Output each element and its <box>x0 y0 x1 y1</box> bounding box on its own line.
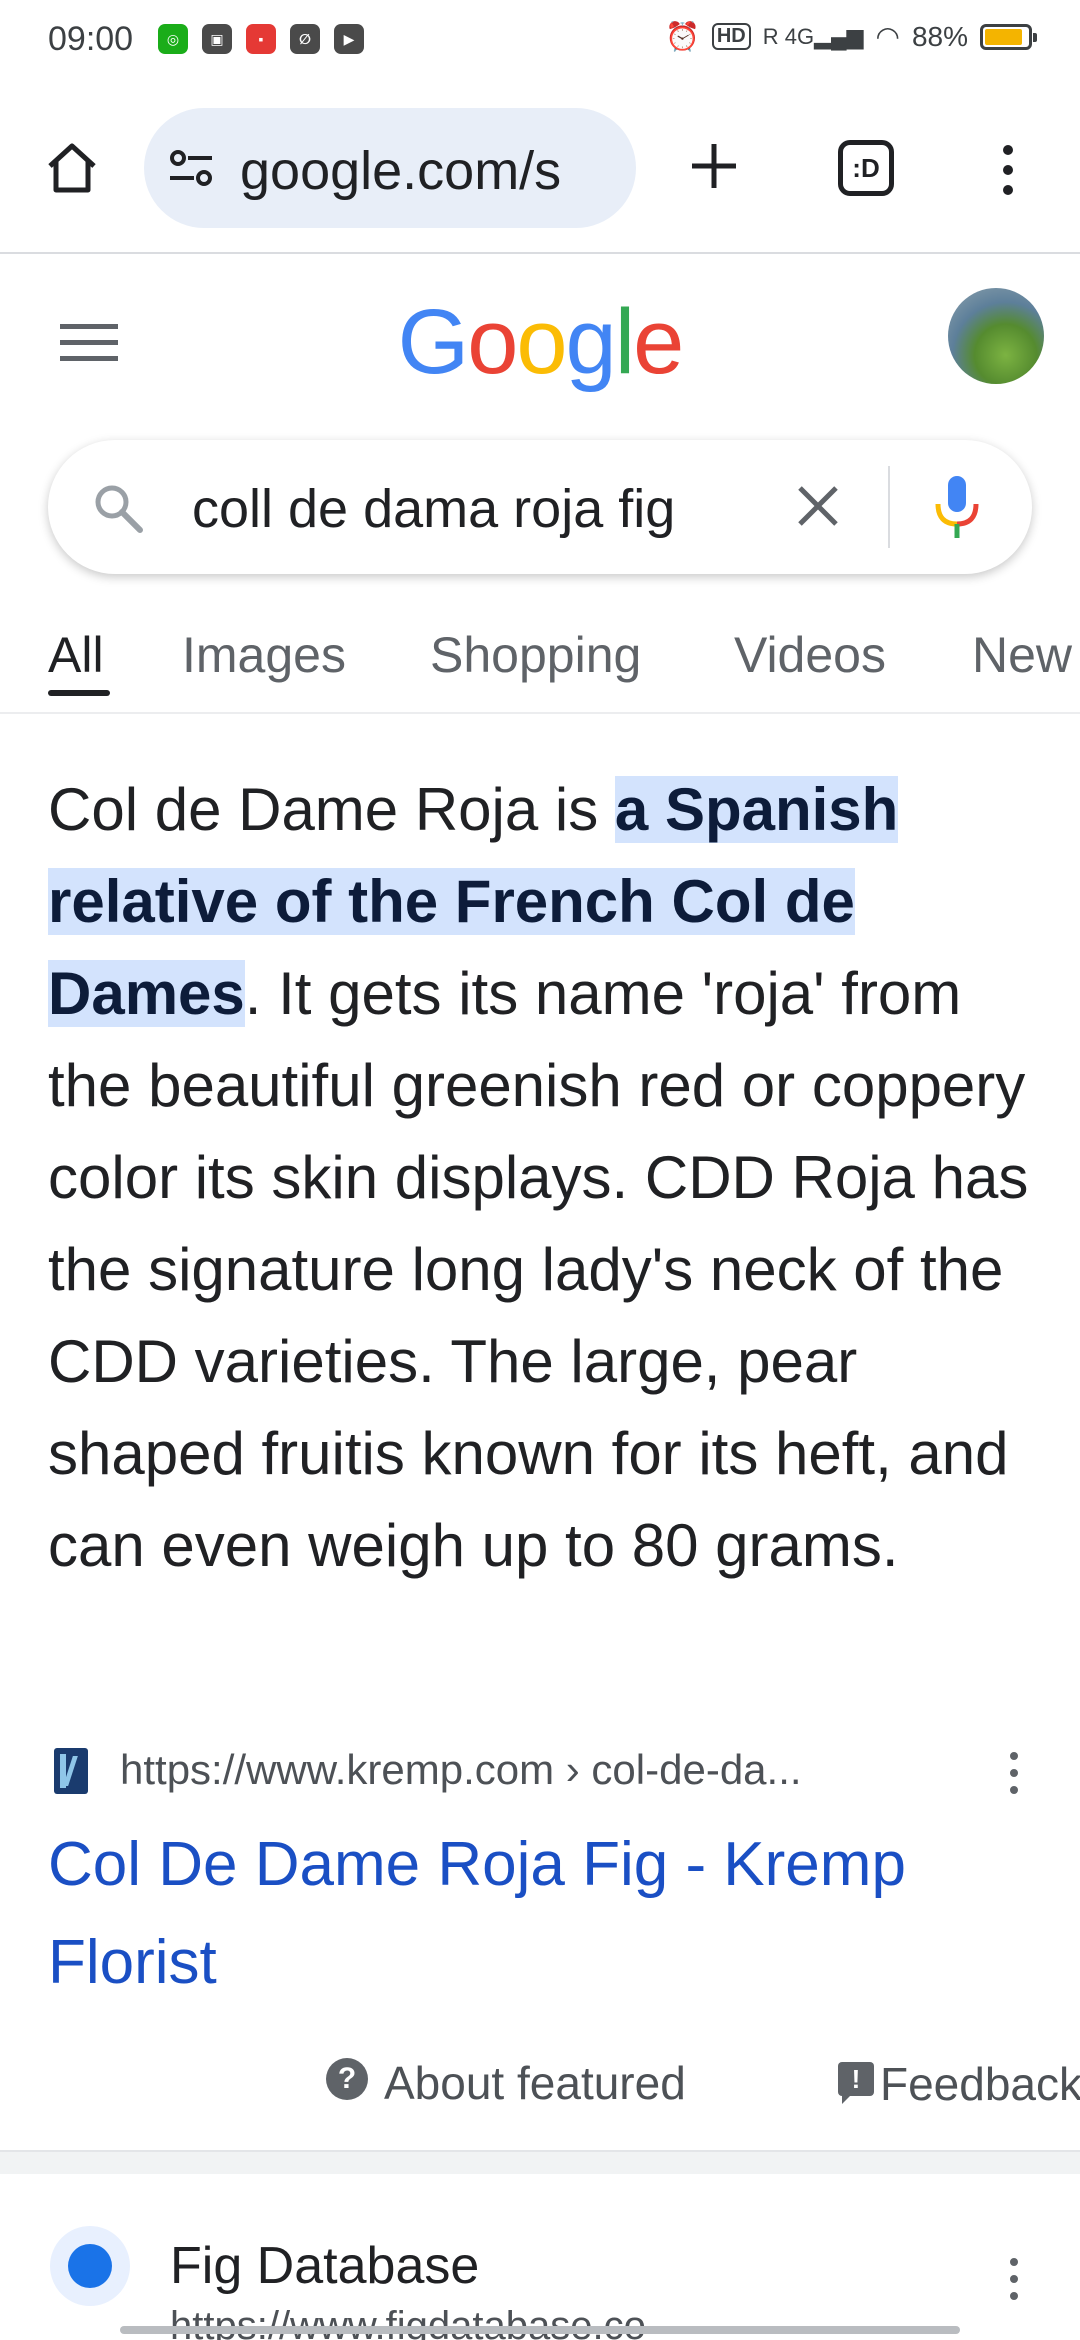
notification-icons: ◎ ▣ ▪ ∅ ▶ <box>158 24 364 54</box>
result-menu-icon[interactable] <box>1006 1750 1022 1796</box>
app-icon: ▪ <box>246 24 276 54</box>
battery-text: 88% <box>911 20 968 52</box>
feedback-label: Feedback <box>880 2058 1080 2110</box>
tab-news[interactable]: New <box>972 626 1072 684</box>
feedback-button[interactable]: ! Feedback <box>838 2056 1080 2112</box>
site-settings-icon[interactable] <box>168 148 214 188</box>
kremp-favicon-icon <box>54 1748 88 1794</box>
source-url[interactable]: https://www.kremp.com › col-de-da... <box>120 1746 802 1794</box>
section-divider <box>0 2150 1080 2174</box>
tab-count: :D <box>852 152 880 183</box>
avatar[interactable] <box>948 288 1044 384</box>
logo-letter: e <box>633 291 684 393</box>
search-icon <box>95 485 143 533</box>
search-divider <box>888 466 890 548</box>
new-tab-icon[interactable] <box>686 138 742 194</box>
logo-letter: g <box>565 291 617 393</box>
status-bar: 09:00 ◎ ▣ ▪ ∅ ▶ ⏰ HD R 4G▂▄▆ ◠ 88% <box>0 0 1080 84</box>
url-text: google.com/s <box>240 141 562 201</box>
home-indicator <box>120 2326 960 2334</box>
wifi-icon: ◠ <box>875 21 900 52</box>
logo-letter: o <box>467 291 518 393</box>
search-tabs: All Images Shopping Videos New <box>0 616 1080 706</box>
battery-icon <box>980 23 1037 50</box>
alarm-icon: ⏰ <box>664 21 700 52</box>
google-logo[interactable]: Google <box>0 290 1080 395</box>
app-icon: ▣ <box>202 24 232 54</box>
browser-toolbar: google.com/s :D <box>0 100 1080 240</box>
logo-letter: l <box>614 291 636 393</box>
help-icon: ? <box>326 2058 368 2100</box>
result-url[interactable]: https://www.figdatabase.co <box>170 2304 646 2340</box>
logo-letter: o <box>516 291 567 393</box>
wechat-icon: ◎ <box>158 24 188 54</box>
globe-icon <box>50 2226 130 2306</box>
hd-icon: HD <box>711 23 751 50</box>
system-indicators: ⏰ HD R 4G▂▄▆ ◠ 88% <box>664 20 1037 53</box>
snippet-prefix: Col de Dame Roja is <box>48 776 615 843</box>
feedback-icon: ! <box>838 2062 874 2104</box>
snippet-body: . It gets its name 'roja' from the beaut… <box>48 960 1029 1579</box>
tab-switcher-button[interactable]: :D <box>838 140 894 196</box>
featured-snippet: Col de Dame Roja is a Spanish relative o… <box>48 764 1048 1592</box>
search-box: coll de dama roja fig <box>48 440 1032 574</box>
source-title-link[interactable]: Col De Dame Roja Fig - Kremp Florist <box>48 1816 1048 2012</box>
signal-icon: R 4G▂▄▆ <box>762 23 864 49</box>
tab-videos[interactable]: Videos <box>734 626 886 684</box>
result-menu-icon[interactable] <box>1006 2256 1022 2302</box>
logo-letter: G <box>397 291 470 393</box>
about-label: About featured snippets <box>384 2057 686 2109</box>
active-tab-indicator <box>48 690 110 696</box>
tab-all[interactable]: All <box>48 626 104 684</box>
app-icon: ∅ <box>290 24 320 54</box>
result-title[interactable]: Fig Database <box>170 2236 479 2296</box>
network-type: 4G <box>784 23 815 49</box>
status-time: 09:00 <box>48 20 134 58</box>
tab-images[interactable]: Images <box>182 626 346 684</box>
search-input[interactable]: coll de dama roja fig <box>192 478 782 538</box>
app-icon: ▶ <box>334 24 364 54</box>
toolbar-divider <box>0 252 1080 254</box>
tabs-divider <box>0 712 1080 714</box>
more-options-icon[interactable] <box>996 142 1020 198</box>
address-bar[interactable]: google.com/s <box>144 108 636 228</box>
microphone-icon[interactable] <box>934 474 980 540</box>
about-featured-snippets[interactable]: ? About featured snippets <box>326 2052 714 2118</box>
clear-icon[interactable] <box>790 478 846 534</box>
home-icon[interactable] <box>42 138 102 198</box>
tab-shopping[interactable]: Shopping <box>430 626 641 684</box>
